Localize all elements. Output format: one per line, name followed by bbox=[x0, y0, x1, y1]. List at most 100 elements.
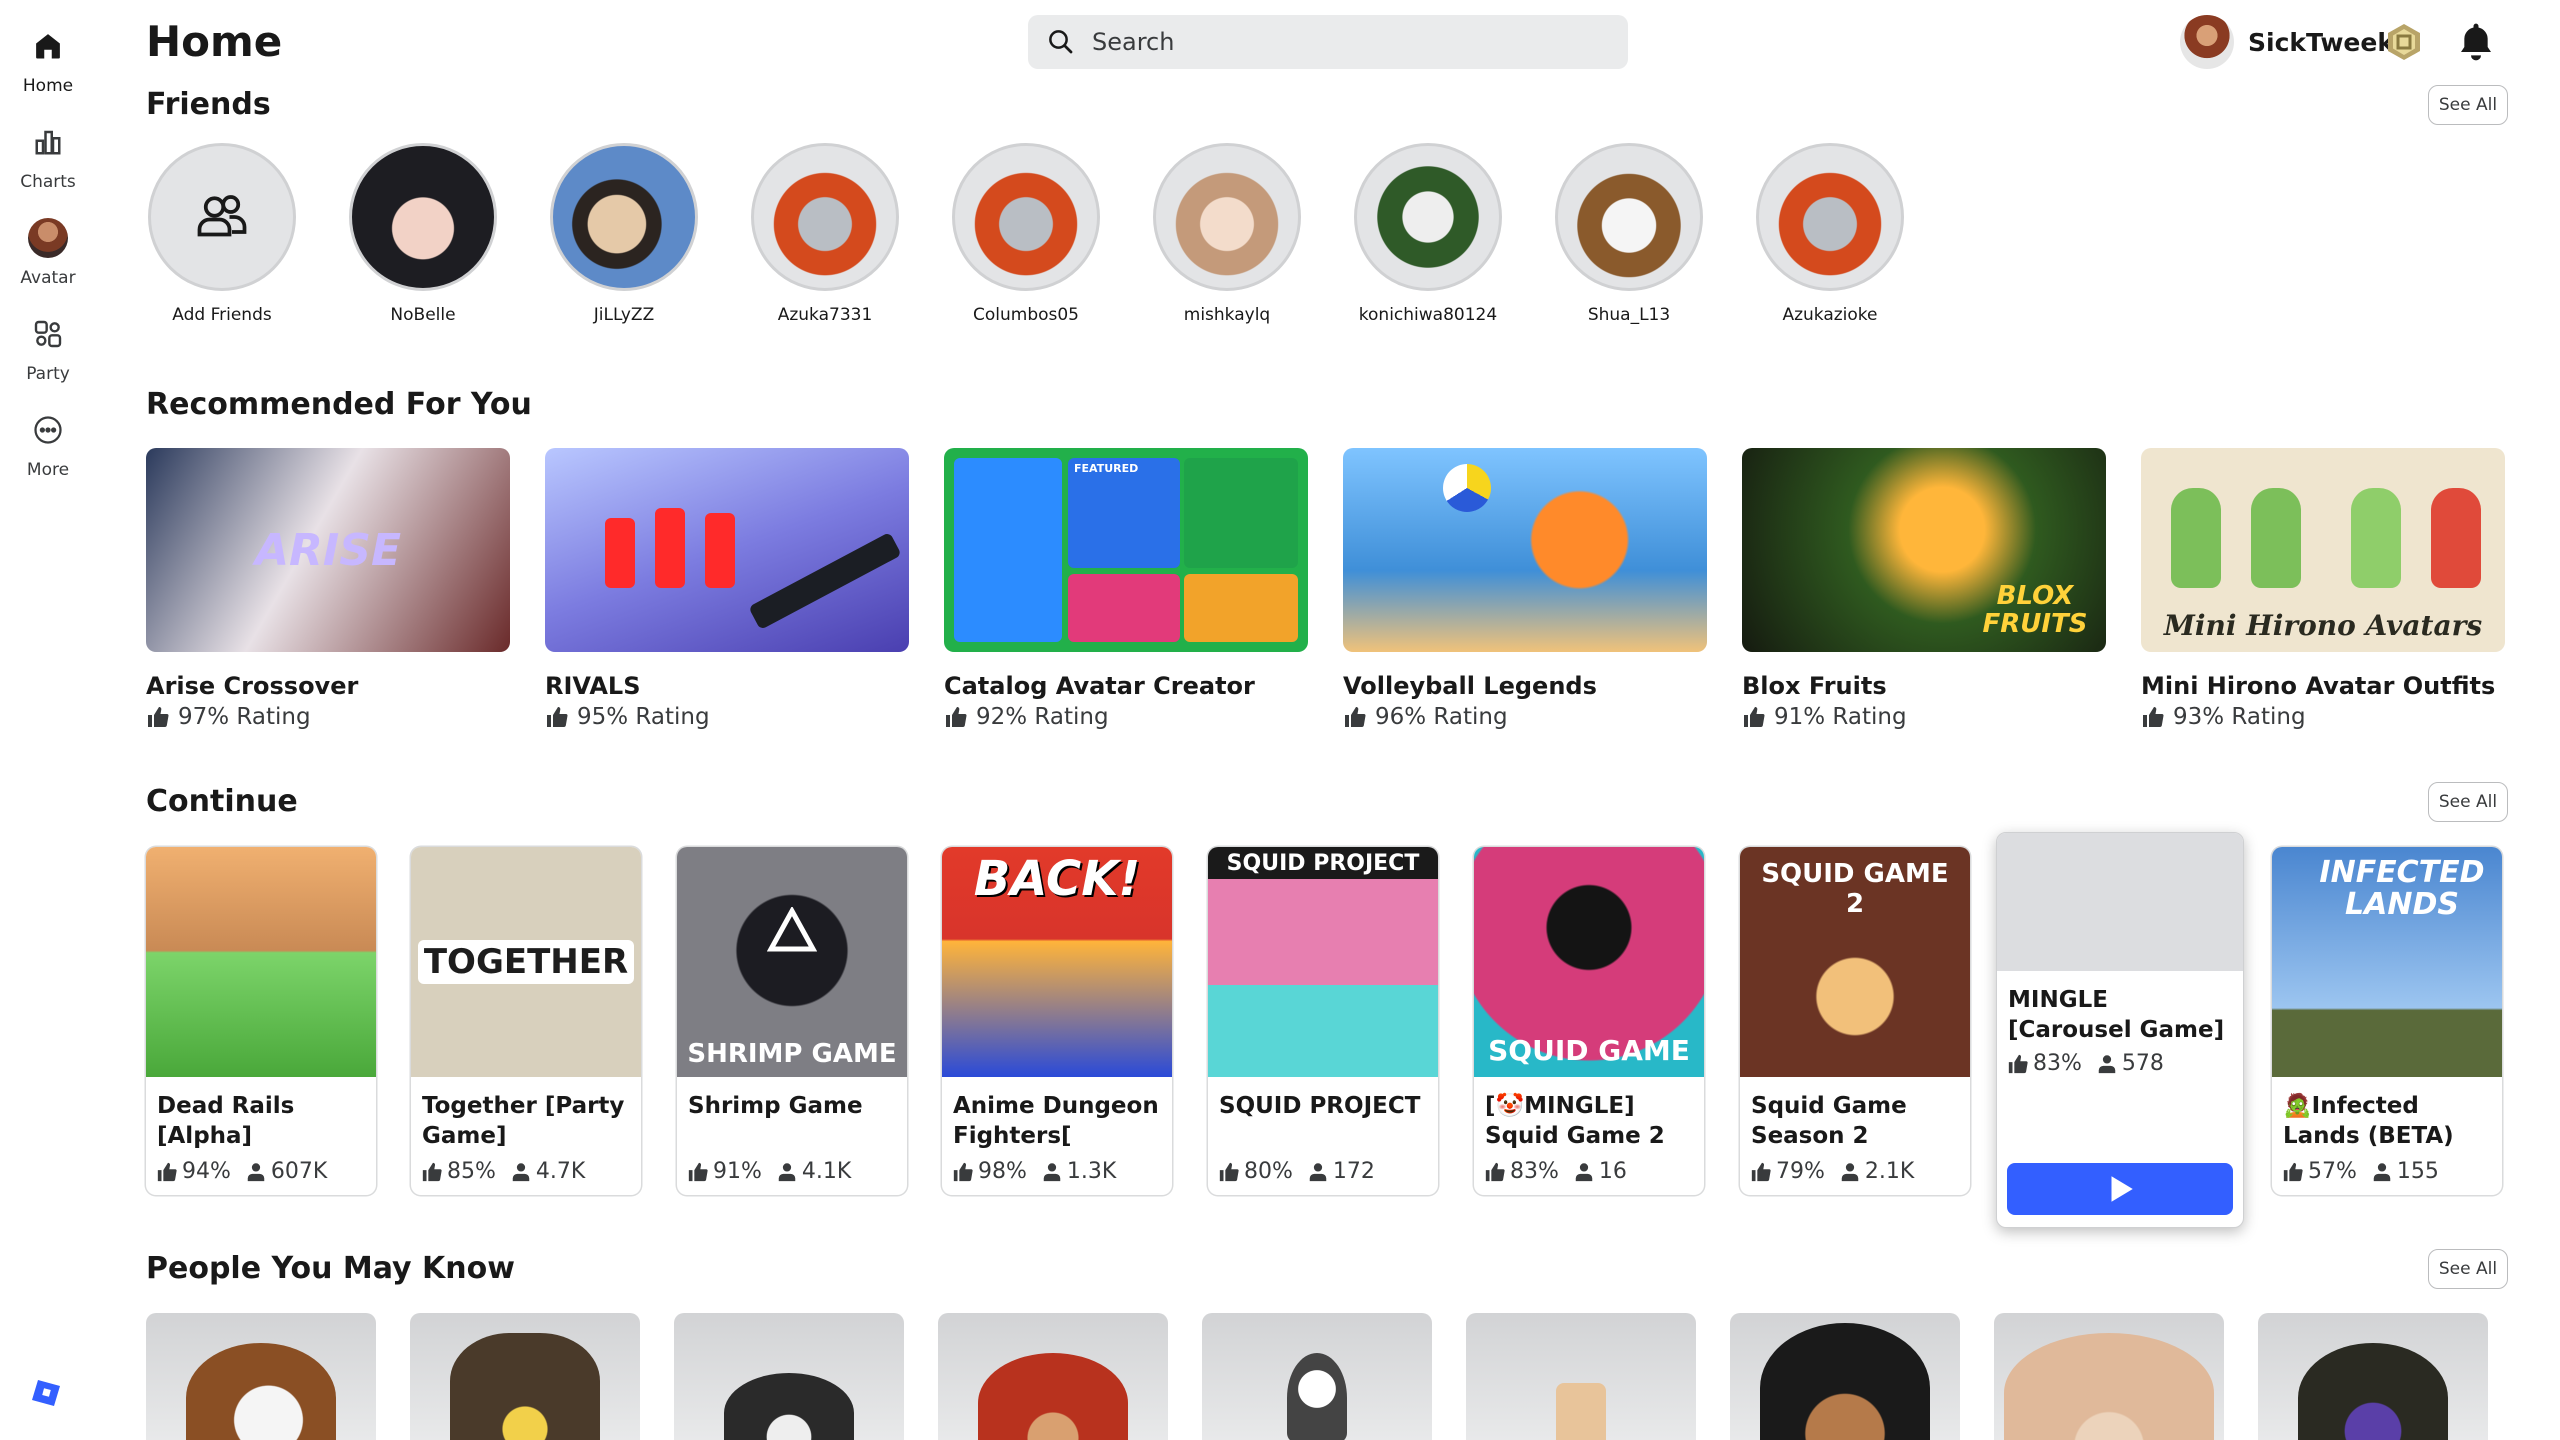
game-card[interactable]: FEATURED Catalog Avatar Creator 92% Rati… bbox=[944, 448, 1308, 730]
game-title: Dead Rails [Alpha] bbox=[157, 1093, 295, 1149]
continue-game-card[interactable]: SQUID GAME 2 Squid Game Season 2 79% 2.1K bbox=[1740, 847, 1970, 1195]
game-thumbnail: INFECTED LANDS bbox=[2272, 847, 2502, 1077]
person-card[interactable] bbox=[1994, 1313, 2224, 1440]
thumbnail-text: BACK! bbox=[973, 851, 1141, 907]
game-player-count: 2.1K bbox=[1864, 1159, 1915, 1184]
nav-home-label: Home bbox=[22, 76, 74, 96]
thumbs-up-icon bbox=[2143, 707, 2164, 728]
thumbs-up-icon bbox=[2008, 1054, 2028, 1073]
game-rating: 91% bbox=[713, 1159, 762, 1184]
friend-tile[interactable]: Azuka7331 bbox=[745, 143, 905, 325]
search-icon bbox=[1049, 30, 1073, 54]
game-card[interactable]: ARISE Arise Crossover 97% Rating bbox=[146, 448, 510, 730]
game-card[interactable]: RIVALS 95% Rating bbox=[545, 448, 909, 730]
continue-game-card[interactable]: SHRIMP GAME Shrimp Game 91% 4.1K bbox=[677, 847, 907, 1195]
user-avatar bbox=[2180, 15, 2234, 69]
friends-see-all-button[interactable]: See All bbox=[2428, 85, 2508, 125]
notification-bell-icon[interactable] bbox=[2456, 20, 2496, 64]
person-card[interactable] bbox=[938, 1313, 1168, 1440]
thumbnail-text: TOGETHER bbox=[417, 940, 635, 984]
continue-game-card[interactable]: INFECTED LANDS 🧟Infected Lands (BETA) 57… bbox=[2272, 847, 2502, 1195]
add-friends-avatar bbox=[148, 143, 296, 291]
thumbs-up-icon bbox=[946, 707, 967, 728]
thumbnail-text: SQUID GAME bbox=[1488, 1034, 1690, 1067]
game-thumbnail bbox=[1343, 448, 1707, 652]
person-card[interactable] bbox=[410, 1313, 640, 1440]
game-player-count: 4.7K bbox=[535, 1159, 586, 1184]
game-title: 🧟Infected Lands (BETA) bbox=[2283, 1093, 2454, 1149]
continue-game-card[interactable]: BACK! Anime Dungeon Fighters[ Easter... … bbox=[942, 847, 1172, 1195]
game-thumbnail: SQUID GAME bbox=[1474, 847, 1704, 1077]
game-card[interactable]: Mini Hirono Avatars Mini Hirono Avatar O… bbox=[2141, 448, 2505, 730]
continue-game-card[interactable]: SQUID GAME [🤡MINGLE] Squid Game 2 83% 16 bbox=[1474, 847, 1704, 1195]
nav-more[interactable]: More bbox=[0, 404, 96, 494]
friend-name: Add Friends bbox=[172, 305, 272, 325]
game-thumbnail-placeholder bbox=[1997, 833, 2243, 971]
charts-icon bbox=[28, 122, 68, 162]
game-rating: 98% bbox=[978, 1159, 1027, 1184]
game-title: SQUID PROJECT bbox=[1219, 1093, 1421, 1119]
game-rating: 85% bbox=[447, 1159, 496, 1184]
game-rating: 93% Rating bbox=[2173, 704, 2306, 730]
game-title: Blox Fruits bbox=[1742, 672, 1887, 700]
friend-name: Columbos05 bbox=[972, 305, 1079, 325]
game-title: Arise Crossover bbox=[146, 672, 359, 700]
friend-tile[interactable]: Shua_L13 bbox=[1549, 143, 1709, 325]
players-icon bbox=[247, 1162, 265, 1181]
play-button[interactable] bbox=[2007, 1163, 2233, 1215]
friend-avatar bbox=[1756, 143, 1904, 291]
nav-more-label: More bbox=[26, 460, 70, 480]
continue-game-card[interactable]: Dead Rails [Alpha] 94% 607K bbox=[146, 847, 376, 1195]
game-card[interactable]: BLOX FRUITS Blox Fruits 91% Rating bbox=[1742, 448, 2106, 730]
person-card[interactable] bbox=[2258, 1313, 2488, 1440]
search-bar[interactable] bbox=[1028, 15, 1628, 69]
person-card[interactable] bbox=[674, 1313, 904, 1440]
nav-avatar[interactable]: Avatar bbox=[0, 212, 96, 302]
person-card[interactable] bbox=[1466, 1313, 1696, 1440]
friend-name: konichiwa80124 bbox=[1358, 305, 1498, 325]
game-player-count: 155 bbox=[2396, 1159, 2439, 1184]
person-card[interactable] bbox=[146, 1313, 376, 1440]
game-player-count: 607K bbox=[270, 1159, 328, 1184]
person-card[interactable] bbox=[1202, 1313, 1432, 1440]
page-title: Home bbox=[146, 17, 283, 66]
friend-tile[interactable]: Azukazioke bbox=[1750, 143, 1910, 325]
robux-icon[interactable] bbox=[2384, 22, 2424, 62]
players-icon bbox=[512, 1162, 530, 1181]
friends-section-title: Friends bbox=[146, 87, 271, 122]
game-rating: 79% bbox=[1776, 1159, 1825, 1184]
continue-see-all-button[interactable]: See All bbox=[2428, 782, 2508, 822]
game-thumbnail: TOGETHER bbox=[411, 847, 641, 1077]
players-icon bbox=[1309, 1162, 1327, 1181]
continue-game-card[interactable]: TOGETHER Together [Party Game] 85% 4.7K bbox=[411, 847, 641, 1195]
nav-charts[interactable]: Charts bbox=[0, 116, 96, 206]
game-rating: 80% bbox=[1244, 1159, 1293, 1184]
user-profile-button[interactable]: SickTweek bbox=[2180, 15, 2394, 69]
continue-game-card[interactable]: SQUID PROJECT SQUID PROJECT 80% 172 bbox=[1208, 847, 1438, 1195]
game-rating: 94% bbox=[182, 1159, 231, 1184]
game-card[interactable]: Volleyball Legends 96% Rating bbox=[1343, 448, 1707, 730]
friend-avatar bbox=[1555, 143, 1703, 291]
game-thumbnail: ARISE bbox=[146, 448, 510, 652]
friend-tile[interactable]: NoBelle bbox=[343, 143, 503, 325]
game-rating: 83% bbox=[1510, 1159, 1559, 1184]
friend-avatar bbox=[952, 143, 1100, 291]
person-card[interactable] bbox=[1730, 1313, 1960, 1440]
people-see-all-button[interactable]: See All bbox=[2428, 1249, 2508, 1289]
nav-home[interactable]: Home bbox=[0, 20, 96, 110]
nav-party[interactable]: Party bbox=[0, 308, 96, 398]
friend-name: JiLLyZZ bbox=[593, 305, 655, 325]
friend-tile[interactable]: JiLLyZZ bbox=[544, 143, 704, 325]
game-rating: 97% Rating bbox=[178, 704, 311, 730]
nav-charts-label: Charts bbox=[20, 172, 76, 192]
friend-tile[interactable]: konichiwa80124 bbox=[1348, 143, 1508, 325]
continue-section-title: Continue bbox=[146, 784, 298, 819]
roblox-logo-icon[interactable] bbox=[32, 1378, 62, 1408]
players-icon bbox=[2098, 1054, 2116, 1073]
add-friends-button[interactable]: Add Friends bbox=[142, 143, 302, 325]
friend-tile[interactable]: mishkaylq bbox=[1147, 143, 1307, 325]
players-icon bbox=[778, 1162, 796, 1181]
search-input[interactable] bbox=[1090, 27, 1614, 57]
continue-game-card-hovered[interactable]: MINGLE [Carousel Game] 83% 578 bbox=[1996, 832, 2244, 1228]
friend-tile[interactable]: Columbos05 bbox=[946, 143, 1106, 325]
